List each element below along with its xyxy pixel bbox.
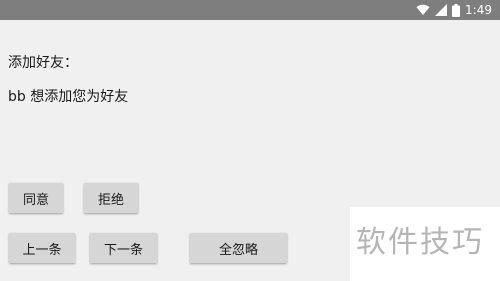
watermark-logo: 软件技巧 [356, 225, 484, 260]
signal-icon [435, 4, 448, 16]
status-bar: 1:49 [0, 0, 500, 20]
ignore-all-button[interactable]: 全忽略 [190, 233, 287, 263]
previous-button[interactable]: 上一条 [9, 233, 75, 263]
reject-button[interactable]: 拒绝 [84, 183, 138, 213]
status-icons: 1:49 [416, 2, 492, 18]
dialog-title: 添加好友： [8, 55, 78, 71]
status-time: 1:49 [465, 3, 492, 17]
wifi-icon [416, 4, 430, 16]
agree-button[interactable]: 同意 [9, 183, 63, 213]
battery-icon [452, 3, 461, 17]
friend-request-message: bb 想添加您为好友 [8, 89, 129, 105]
next-button[interactable]: 下一条 [90, 233, 157, 263]
